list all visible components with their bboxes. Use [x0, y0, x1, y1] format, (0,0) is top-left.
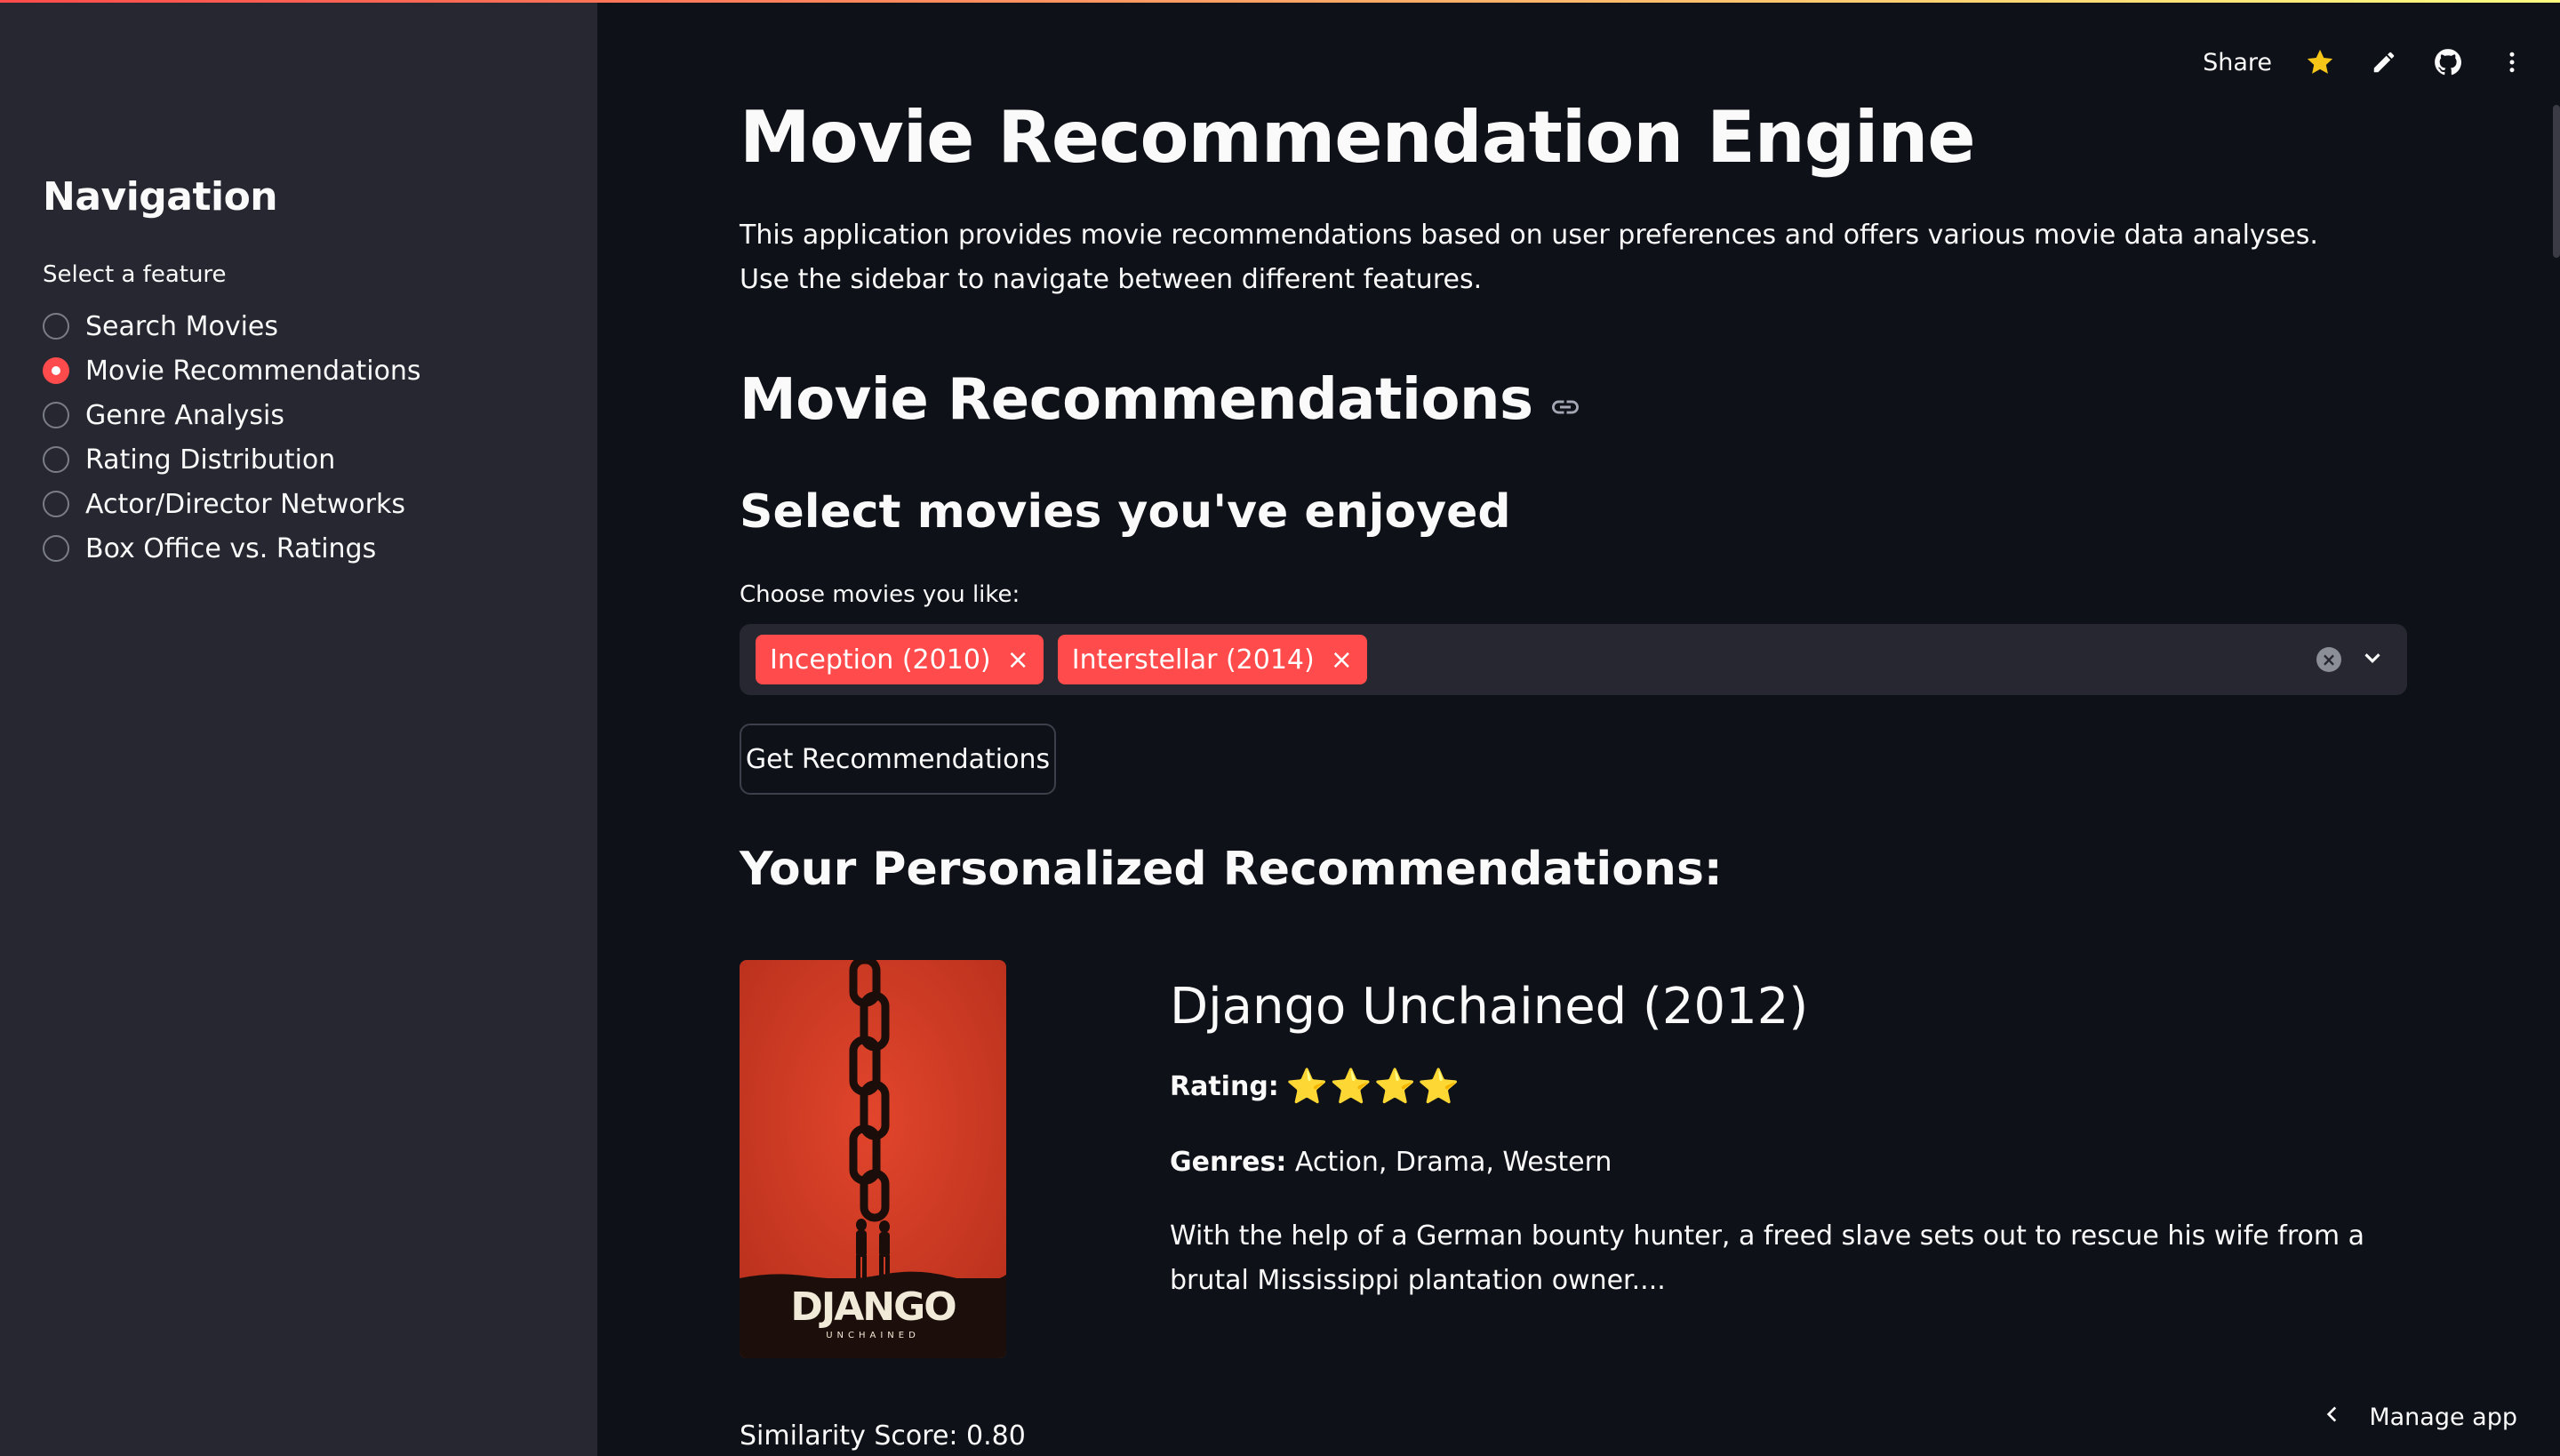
multiselect-controls: ×: [2316, 624, 2386, 695]
movie-multiselect[interactable]: Inception (2010) × Interstellar (2014) ×…: [740, 624, 2407, 695]
chevron-down-icon[interactable]: [2359, 644, 2386, 675]
poster-subtitle-text: UNCHAINED: [826, 1331, 920, 1340]
share-button[interactable]: Share: [2203, 49, 2272, 76]
radio-search-movies[interactable]: Search Movies: [43, 304, 421, 348]
clear-all-icon[interactable]: ×: [2316, 647, 2341, 672]
movie-poster: DJANGO UNCHAINED: [740, 960, 1006, 1358]
selected-movie-tag: Interstellar (2014) ×: [1057, 635, 1367, 684]
more-vert-icon[interactable]: [2496, 46, 2528, 78]
recommendation-genres: Genres: Action, Drama, Western: [1170, 1147, 1612, 1178]
tag-label: Interstellar (2014): [1071, 644, 1315, 676]
radio-label: Box Office vs. Ratings: [85, 532, 377, 564]
link-icon[interactable]: [1549, 372, 1581, 437]
radio-label: Rating Distribution: [85, 444, 336, 476]
radio-circle[interactable]: [43, 446, 69, 473]
manage-app-label: Manage app: [2369, 1403, 2517, 1431]
star-icon[interactable]: [2304, 46, 2336, 78]
radio-circle[interactable]: [43, 402, 69, 428]
radio-circle[interactable]: [43, 491, 69, 517]
selected-movie-tag: Inception (2010) ×: [756, 635, 1044, 684]
sidebar: Navigation Select a feature Search Movie…: [0, 0, 597, 1456]
poster-title-text: DJANGO: [790, 1284, 956, 1330]
header-toolbar: Share: [2203, 39, 2528, 85]
radio-rating-distribution[interactable]: Rating Distribution: [43, 437, 421, 482]
multiselect-label: Choose movies you like:: [740, 581, 1020, 608]
remove-tag-icon[interactable]: ×: [1007, 644, 1029, 676]
top-decoration-bar: [0, 0, 2560, 3]
section-heading: Movie Recommendations: [740, 363, 1581, 437]
genres-label: Genres:: [1170, 1147, 1287, 1178]
sidebar-title: Navigation: [43, 174, 278, 220]
recommendation-rating: Rating: ⭐⭐⭐⭐: [1170, 1067, 1461, 1107]
subsection-title: Select movies you've enjoyed: [740, 485, 1511, 539]
rating-stars: ⭐⭐⭐⭐: [1285, 1067, 1462, 1106]
feature-radio-group: Search Movies Movie Recommendations Genr…: [43, 304, 421, 571]
recommendation-overview: With the help of a German bounty hunter,…: [1170, 1220, 2365, 1296]
pencil-icon[interactable]: [2368, 46, 2400, 78]
recommendation-title: Django Unchained (2012): [1170, 978, 1809, 1036]
get-recommendations-button[interactable]: Get Recommendations: [740, 724, 1056, 795]
scrollbar[interactable]: [2553, 105, 2560, 258]
rating-label: Rating:: [1170, 1071, 1279, 1102]
radio-box-office-vs-ratings[interactable]: Box Office vs. Ratings: [43, 526, 421, 571]
radio-actor-director-networks[interactable]: Actor/Director Networks: [43, 482, 421, 526]
manage-app-button[interactable]: Manage app: [2321, 1397, 2517, 1436]
radio-label: Movie Recommendations: [85, 355, 421, 387]
radio-genre-analysis[interactable]: Genre Analysis: [43, 393, 421, 437]
radio-label: Genre Analysis: [85, 399, 284, 431]
tag-label: Inception (2010): [770, 644, 991, 676]
radio-circle[interactable]: [43, 535, 69, 562]
radio-circle[interactable]: [43, 313, 69, 340]
chevron-left-icon: [2321, 1403, 2344, 1432]
github-icon[interactable]: [2432, 46, 2464, 78]
section-title: Movie Recommendations: [740, 367, 1533, 433]
genres-value: Action, Drama, Western: [1294, 1147, 1612, 1178]
intro-text: This application provides movie recommen…: [740, 220, 2318, 295]
radio-label: Actor/Director Networks: [85, 488, 405, 520]
page-title: Movie Recommendation Engine: [740, 96, 1976, 179]
results-title: Your Personalized Recommendations:: [740, 843, 1723, 896]
similarity-score: Similarity Score: 0.80: [740, 1420, 1026, 1452]
radio-label: Search Movies: [85, 310, 279, 342]
radio-movie-recommendations[interactable]: Movie Recommendations: [43, 348, 421, 393]
select-feature-label: Select a feature: [43, 261, 227, 288]
radio-circle-selected[interactable]: [43, 357, 69, 384]
remove-tag-icon[interactable]: ×: [1331, 644, 1353, 676]
